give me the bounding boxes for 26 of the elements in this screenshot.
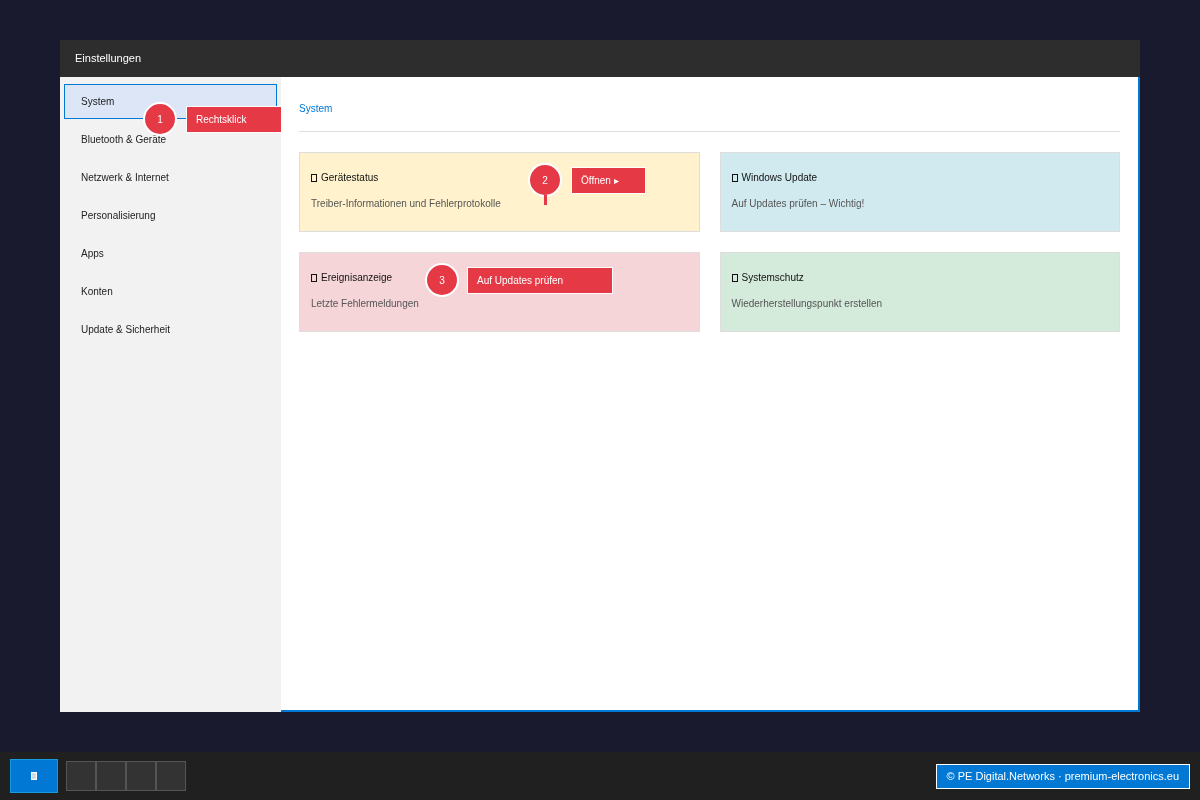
sidebar-item[interactable]: Personalisierung — [64, 198, 277, 233]
card-description: Auf Updates prüfen – Wichtig! — [731, 197, 866, 211]
sidebar-item[interactable]: Update & Sicherheit — [64, 312, 277, 347]
sidebar-item[interactable]: Apps — [64, 236, 277, 271]
card-description: Treiber-Informationen und Fehlerprotokolle — [311, 197, 502, 211]
card-description: Wiederherstellungspunkt erstellen — [731, 297, 884, 311]
settings-card[interactable]: Windows Update Auf Updates prüfen – Wichtig! — [719, 152, 1120, 232]
settings-card[interactable]: Systemschutz Wiederherstellungspunkt erstellen — [719, 252, 1120, 332]
taskbar-app-icon[interactable] — [66, 761, 96, 791]
callout-tooltip: Öffnen ▸ — [571, 167, 646, 194]
card-title: Gerätestatus — [321, 171, 379, 185]
callout-tooltip: Rechtsklick — [186, 106, 282, 133]
sidebar-item[interactable]: Konten — [64, 274, 277, 309]
start-button[interactable] — [10, 759, 58, 793]
copyright-badge: © PE Digital.Networks · premium-electronics.eu — [935, 763, 1190, 789]
breadcrumb[interactable]: System — [299, 103, 333, 114]
taskbar-app-icon[interactable] — [126, 761, 156, 791]
window-title: Einstellungen — [75, 51, 142, 67]
sidebar-item[interactable]: Netzwerk & Internet — [64, 160, 277, 195]
card-description: Letzte Fehlermeldungen — [311, 297, 420, 311]
callout-tooltip: Auf Updates prüfen — [467, 267, 613, 294]
card-title: Systemschutz — [741, 271, 804, 285]
taskbar-app-icon[interactable] — [156, 761, 186, 791]
card-title: Ereignisanzeige — [321, 271, 393, 285]
card-title: Windows Update — [741, 171, 818, 185]
taskbar-app-icon[interactable] — [96, 761, 126, 791]
